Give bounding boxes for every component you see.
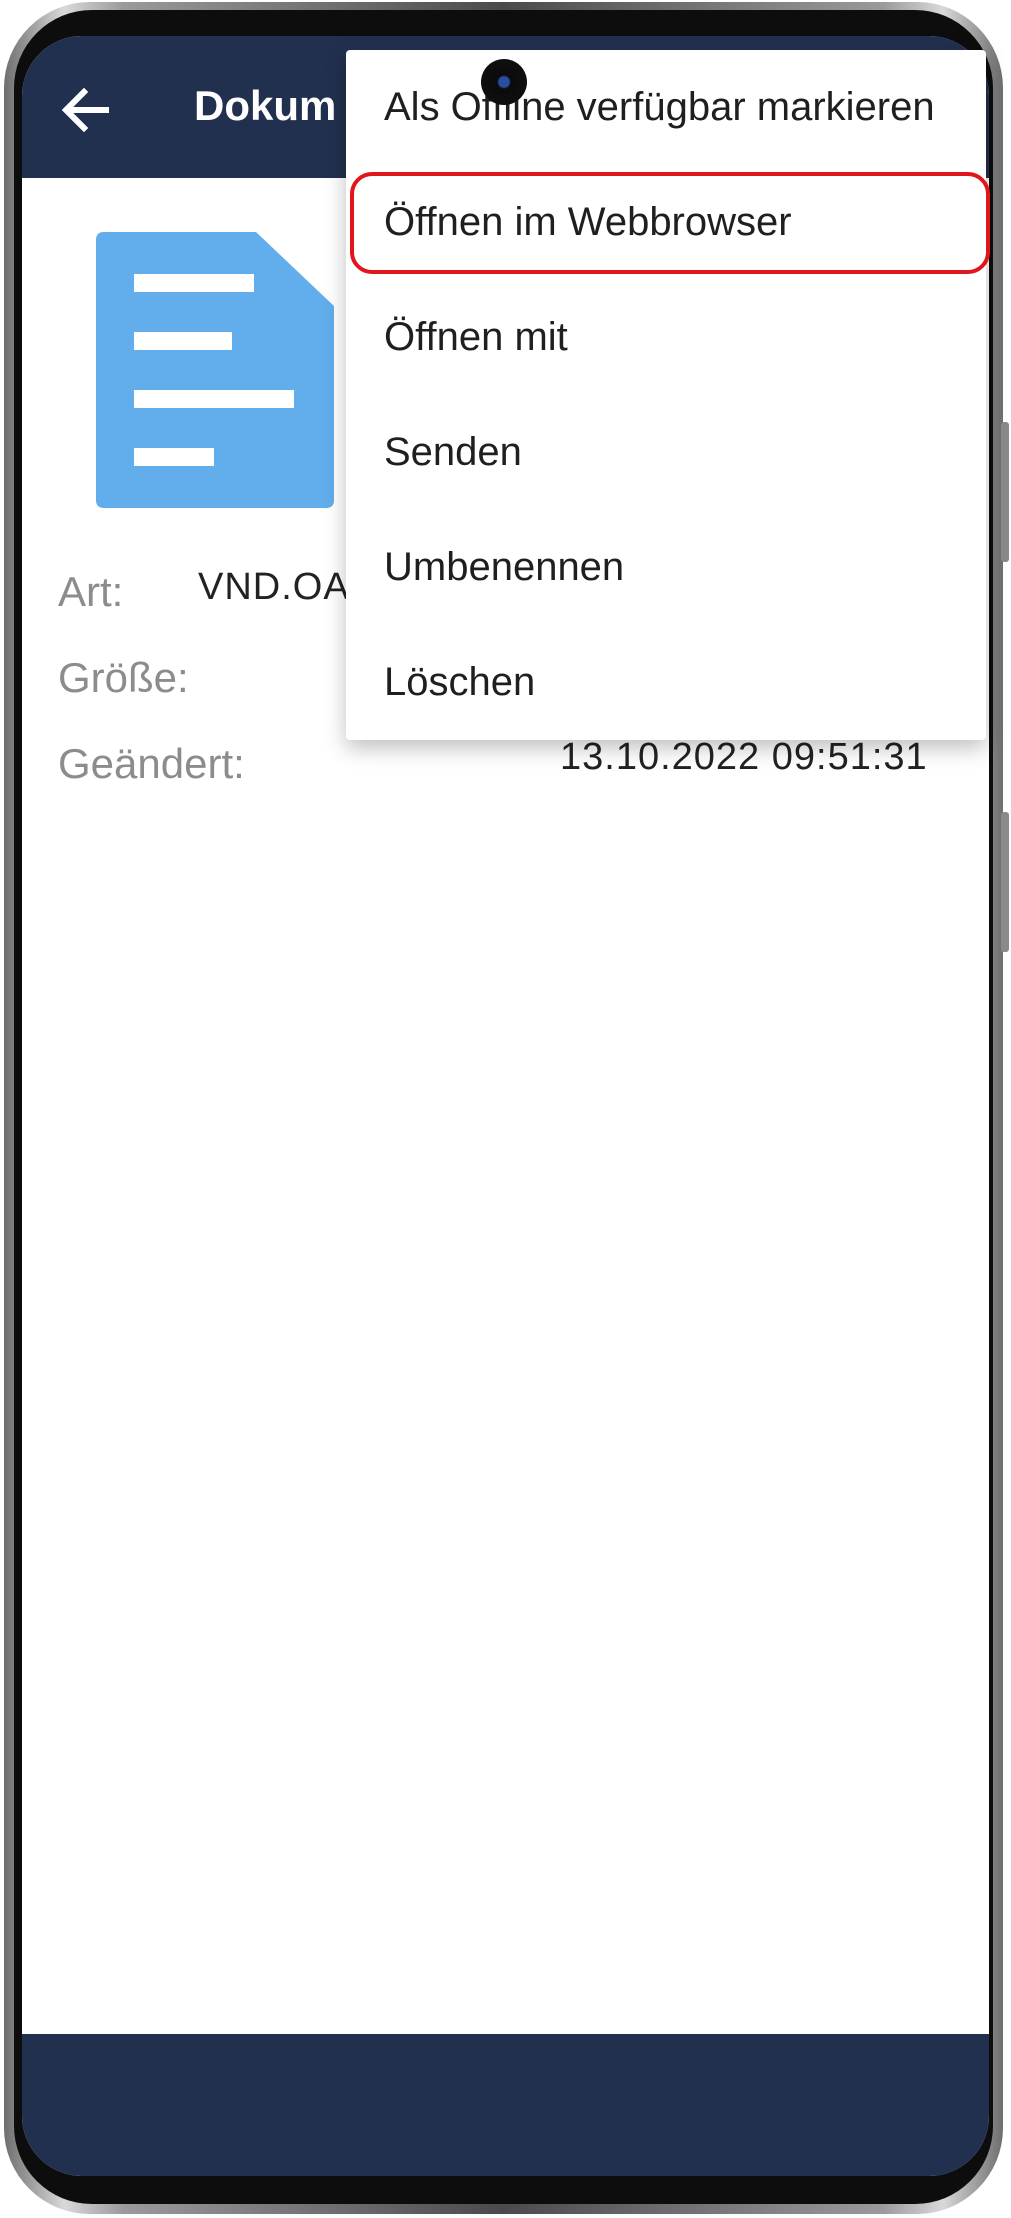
menu-item-send[interactable]: Senden (346, 395, 986, 510)
menu-item-delete[interactable]: Löschen (346, 625, 986, 740)
modified-value: 13.10.2022 09:51:31 (560, 736, 928, 778)
camera-icon (481, 59, 527, 105)
type-value: VND.OA (198, 566, 350, 608)
power-button (1001, 812, 1009, 952)
highlight-annotation (350, 172, 990, 274)
arrow-left-icon[interactable] (62, 88, 110, 132)
menu-item-mark-offline[interactable]: Als Offline verfügbar markieren (346, 50, 986, 165)
menu-item-open-with[interactable]: Öffnen mit (346, 280, 986, 395)
overflow-menu: Als Offline verfügbar markieren Öffnen i… (346, 50, 986, 740)
volume-button (1001, 422, 1009, 562)
modified-label: Geändert: (58, 740, 245, 787)
menu-item-rename[interactable]: Umbenennen (346, 510, 986, 625)
document-icon (96, 232, 334, 508)
bottom-navigation-bar (22, 2034, 989, 2176)
size-label: Größe: (58, 654, 189, 701)
page-title: Dokum (194, 82, 337, 129)
type-label: Art: (58, 568, 124, 615)
